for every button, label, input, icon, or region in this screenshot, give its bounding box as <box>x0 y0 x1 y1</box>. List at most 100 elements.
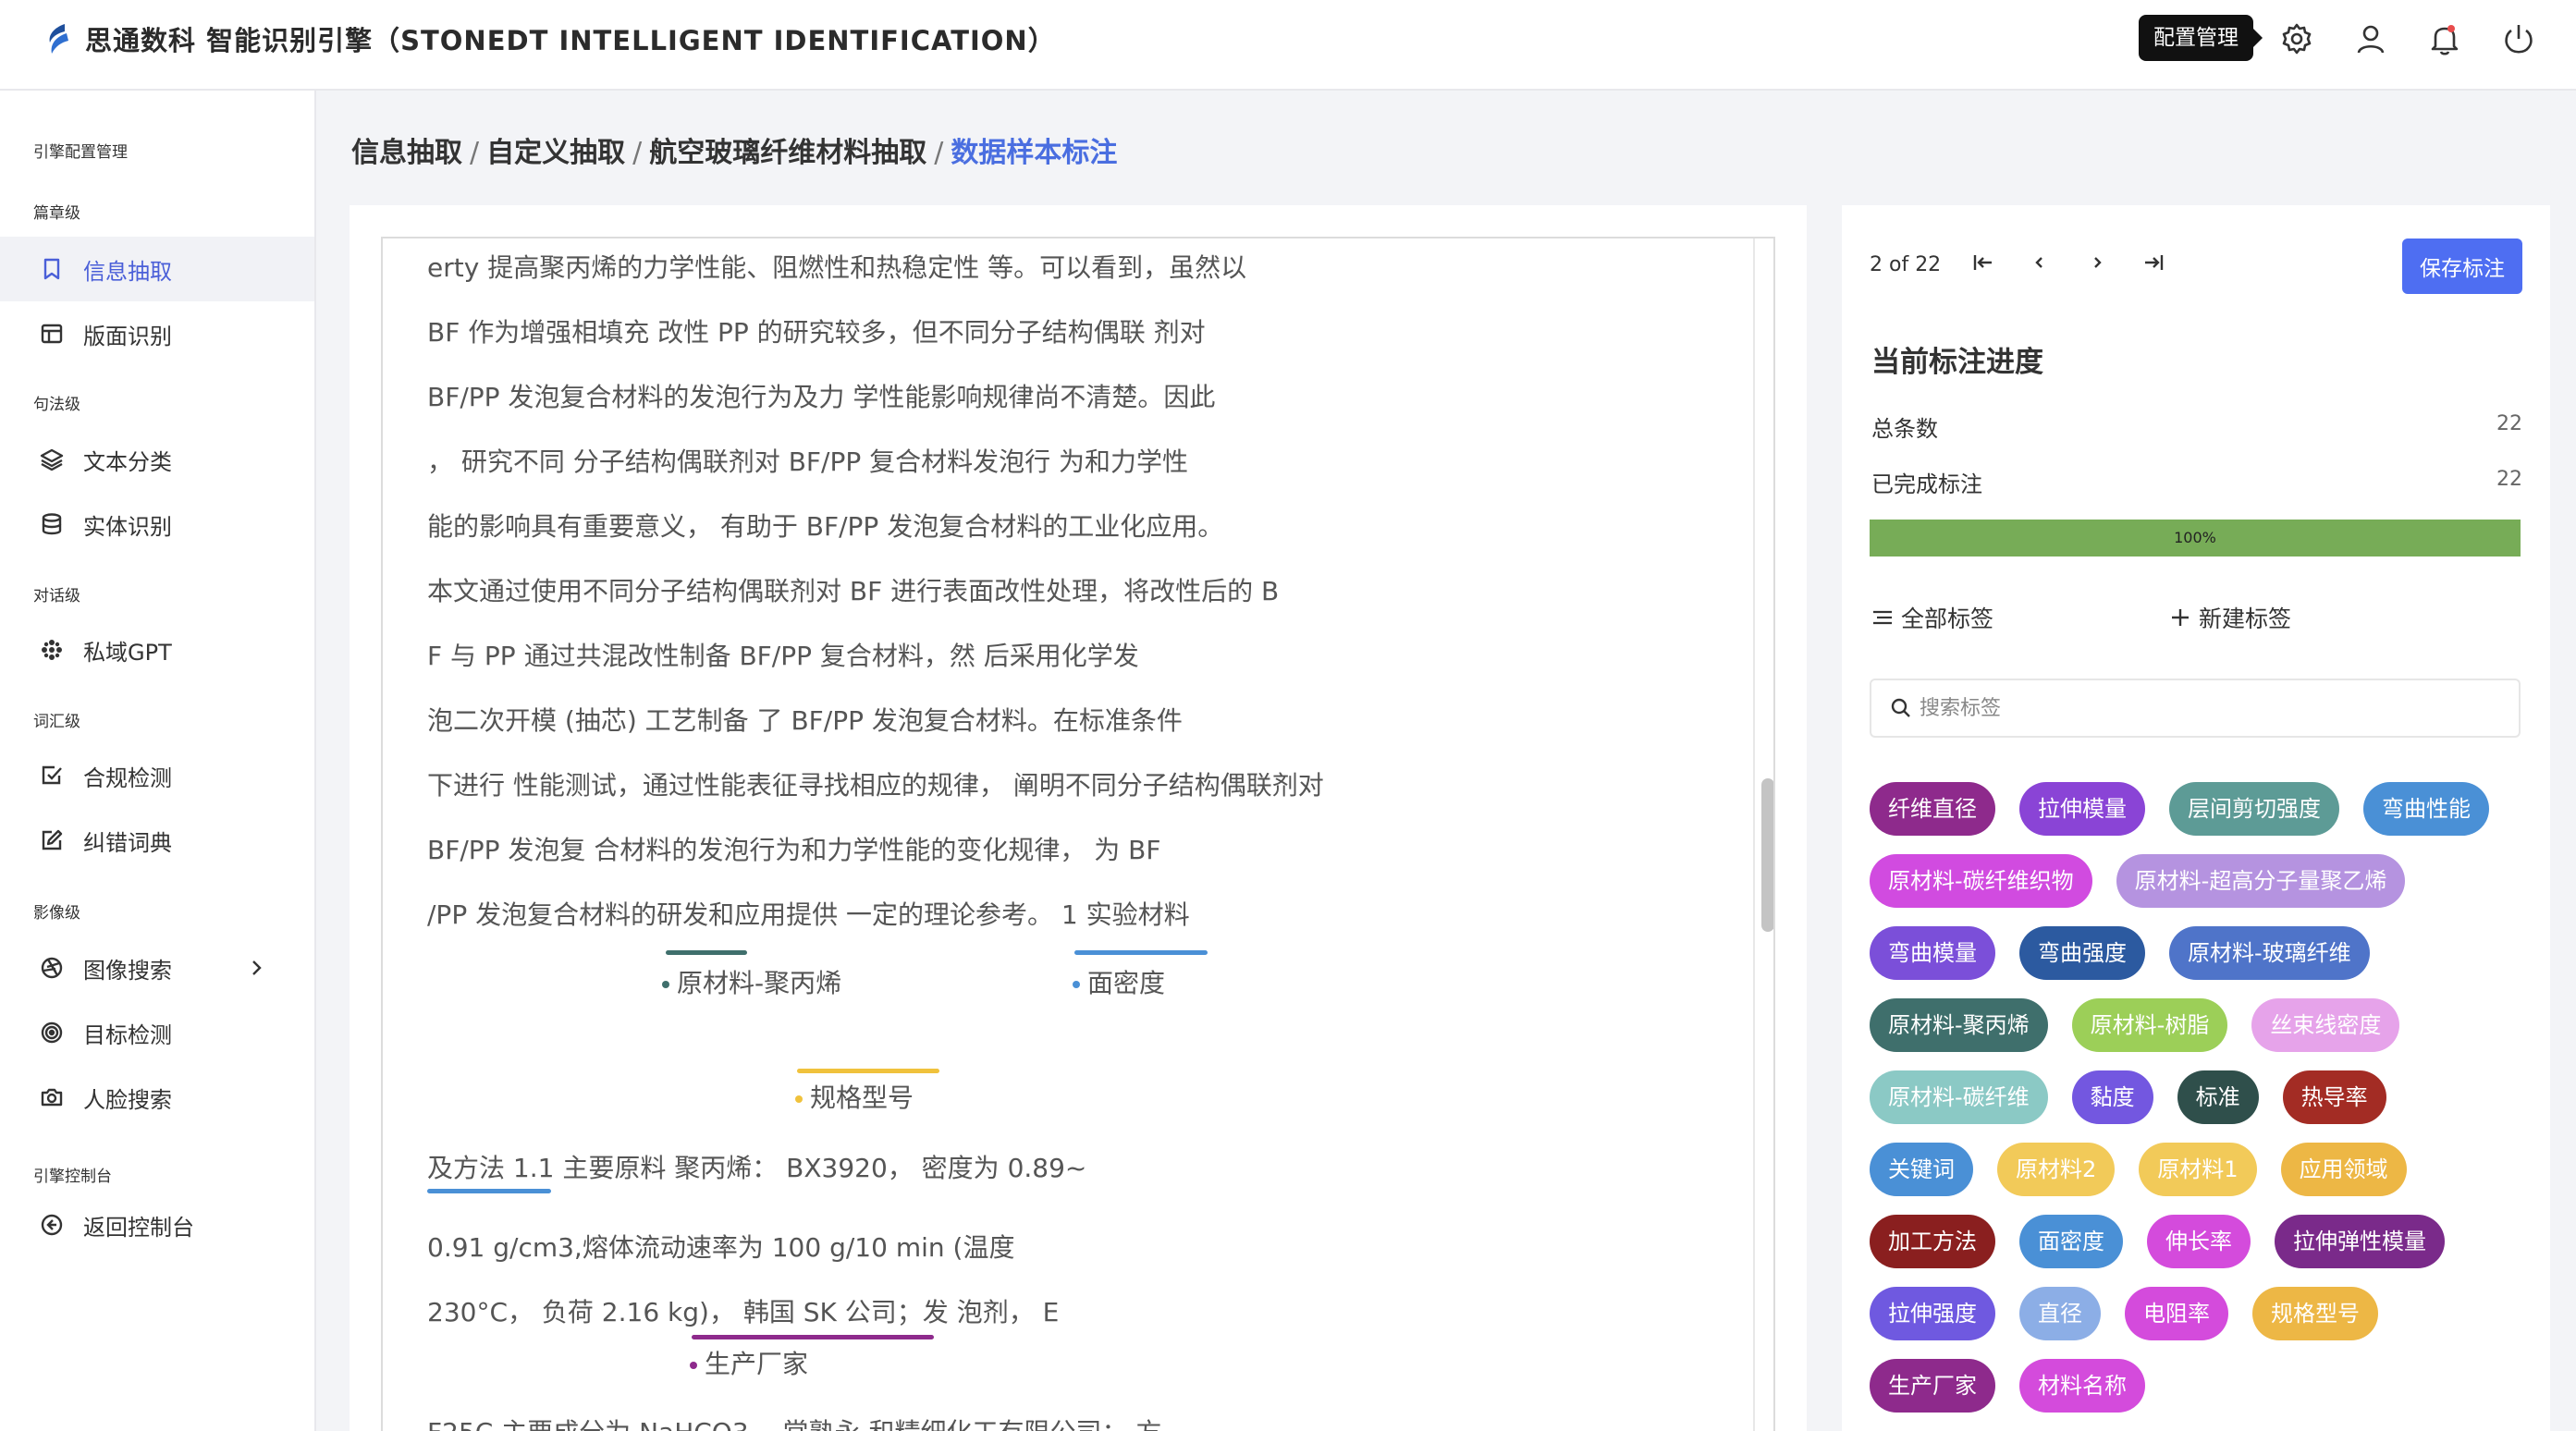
tag-chip[interactable]: 伸长率 <box>2147 1215 2251 1268</box>
sidebar-group-vocab: 词汇级 <box>33 713 80 731</box>
document-line[interactable]: 及方法 1.1 主要原料 聚丙烯： BX3920， 密度为 0.89~ <box>427 1148 1722 1185</box>
brand: 思通数科 智能识别引擎（STONEDT INTELLIGENT IDENTIFI… <box>44 20 1056 57</box>
tag-chip[interactable]: 面密度 <box>2019 1215 2123 1268</box>
tag-chip[interactable]: 原材料-玻璃纤维 <box>2169 926 2370 980</box>
document-line[interactable]: 泡二次开模 (抽芯) 工艺制备 了 BF/PP 发泡复合材料。在标准条件 <box>427 701 1722 738</box>
document-line[interactable]: F 与 PP 通过共混改性制备 BF/PP 复合材料，然 后采用化学发 <box>427 636 1722 673</box>
tag-chip[interactable]: 直径 <box>2019 1287 2101 1340</box>
sidebar-item-private-gpt[interactable]: 私域GPT <box>0 618 314 682</box>
document-line[interactable]: F25C 主要成分为 NaHCO3， 常熟永 和精细化工有限公司； 方 <box>427 1413 1722 1431</box>
annotation-underline[interactable] <box>797 1069 939 1073</box>
tag-chip[interactable]: 标准 <box>2177 1070 2259 1124</box>
tag-chip[interactable]: 原材料-树脂 <box>2071 998 2228 1052</box>
document-line[interactable]: 下进行 性能测试，通过性能表征寻找相应的规律， 阐明不同分子结构偶联剂对 <box>427 765 1722 802</box>
tag-chip[interactable]: 关键词 <box>1870 1143 1973 1196</box>
document-line[interactable]: /PP 发泡复合材料的研发和应用提供 一定的理论参考。 1 实验材料 <box>427 895 1722 932</box>
document-line[interactable]: BF/PP 发泡复合材料的发泡行为及力 学性能影响规律尚不清楚。因此 <box>427 377 1722 414</box>
tag-chip[interactable]: 原材料-聚丙烯 <box>1870 998 2048 1052</box>
tag-chip[interactable]: 热导率 <box>2282 1070 2386 1124</box>
breadcrumb-item[interactable]: 航空玻璃纤维材料抽取 <box>649 137 926 169</box>
sidebar-item-label: 实体识别 <box>83 513 172 540</box>
new-tag-button[interactable]: 新建标签 <box>2167 601 2291 634</box>
tag-search-box[interactable] <box>1870 679 2521 738</box>
sidebar-item-correction-dictionary[interactable]: 纠错词典 <box>0 808 314 873</box>
annotation-label[interactable]: 规格型号 <box>795 1078 914 1115</box>
tag-row: 原材料-聚丙烯 原材料-树脂 丝束线密度 <box>1870 998 2535 1070</box>
first-page-icon[interactable] <box>1966 246 1999 279</box>
tag-chip[interactable]: 弯曲强度 <box>2019 926 2145 980</box>
tag-chip[interactable]: 原材料1 <box>2139 1143 2257 1196</box>
sidebar-item-label: 信息抽取 <box>83 258 172 285</box>
annotation-label[interactable]: 原材料-聚丙烯 <box>662 963 841 1000</box>
next-page-icon[interactable] <box>2080 246 2114 279</box>
tag-chip[interactable]: 黏度 <box>2071 1070 2153 1124</box>
annotation-underline[interactable] <box>427 1189 551 1193</box>
sidebar-item-label: 私域GPT <box>83 639 172 666</box>
user-icon[interactable] <box>2352 20 2389 57</box>
tag-chip[interactable]: 原材料-碳纤维织物 <box>1870 854 2092 908</box>
tag-chip[interactable]: 弯曲性能 <box>2363 782 2489 836</box>
sidebar-item-text-classification[interactable]: 文本分类 <box>0 427 314 492</box>
scrollbar-thumb[interactable] <box>1761 778 1773 932</box>
tag-chip[interactable]: 应用领域 <box>2280 1143 2407 1196</box>
chevron-right-icon <box>252 960 262 975</box>
bell-icon[interactable] <box>2426 20 2463 57</box>
sidebar-item-entity-recognition[interactable]: 实体识别 <box>0 492 314 556</box>
tag-chip[interactable]: 拉伸强度 <box>1870 1287 1995 1340</box>
tag-chip[interactable]: 层间剪切强度 <box>2169 782 2339 836</box>
sidebar-item-info-extraction[interactable]: 信息抽取 <box>0 237 314 301</box>
document-line[interactable]: erty 提高聚丙烯的力学性能、阻燃性和热稳定性 等。可以看到，虽然以 <box>427 248 1722 285</box>
document-line[interactable]: BF/PP 发泡复 合材料的发泡行为和力学性能的变化规律， 为 BF <box>427 830 1722 867</box>
prev-page-icon[interactable] <box>2023 246 2056 279</box>
sidebar-item-layout-recognition[interactable]: 版面识别 <box>0 301 314 366</box>
document-line[interactable]: ， 研究不同 分子结构偶联剂对 BF/PP 复合材料发泡行 为和力学性 <box>427 442 1722 479</box>
tag-search-input[interactable] <box>1920 696 2474 720</box>
tag-chip[interactable]: 加工方法 <box>1870 1215 1995 1268</box>
tag-chip[interactable]: 拉伸弹性模量 <box>2275 1215 2445 1268</box>
sidebar-item-image-search[interactable]: 图像搜索 <box>0 936 314 1000</box>
annotation-underline[interactable] <box>1074 950 1208 955</box>
sidebar-item-compliance-check[interactable]: 合规检测 <box>0 743 314 808</box>
document-line[interactable]: 0.91 g/cm3,熔体流动速率为 100 g/10 min (温度 <box>427 1228 1722 1265</box>
gear-icon[interactable] <box>2278 20 2315 57</box>
tag-chip[interactable]: 生产厂家 <box>1870 1359 1995 1413</box>
plus-icon <box>2172 609 2189 626</box>
tag-chip[interactable]: 原材料-碳纤维 <box>1870 1070 2048 1124</box>
list-icon <box>1873 610 1892 625</box>
sidebar-item-face-search[interactable]: 人脸搜索 <box>0 1065 314 1130</box>
tag-chip[interactable]: 弯曲模量 <box>1870 926 1995 980</box>
tag-chip[interactable]: 纤维直径 <box>1870 782 1995 836</box>
document-line[interactable]: 能的影响具有重要意义， 有助于 BF/PP 发泡复合材料的工业化应用。 <box>427 507 1722 544</box>
breadcrumb-item[interactable]: 信息抽取 <box>351 137 462 169</box>
tag-row: 原材料-碳纤维 黏度 标准 热导率 <box>1870 1070 2535 1143</box>
annotation-label[interactable]: 面密度 <box>1073 963 1165 1000</box>
sidebar-item-back-to-console[interactable]: 返回控制台 <box>0 1192 314 1257</box>
annotation-underline[interactable] <box>692 1335 934 1339</box>
annotation-label[interactable]: 生产厂家 <box>690 1344 808 1381</box>
document-line[interactable]: 本文通过使用不同分子结构偶联剂对 BF 进行表面改性处理，将改性后的 B <box>427 571 1722 608</box>
document-line[interactable]: BF 作为增强相填充 改性 PP 的研究较多，但不同分子结构偶联 剂对 <box>427 312 1722 349</box>
save-annotation-button[interactable]: 保存标注 <box>2402 238 2522 294</box>
document-line[interactable]: 230°C， 负荷 2.16 kg)， 韩国 SK 公司；发 泡剂， E <box>427 1292 1722 1329</box>
sidebar-item-label: 返回控制台 <box>83 1214 194 1241</box>
breadcrumb-item[interactable]: 自定义抽取 <box>486 137 625 169</box>
annotation-underline[interactable] <box>666 950 747 955</box>
sidebar-group-config: 引擎配置管理 <box>33 143 128 162</box>
tag-chip[interactable]: 电阻率 <box>2125 1287 2228 1340</box>
total-count-label: 总条数 <box>1871 416 1938 442</box>
gpt-icon <box>39 637 65 663</box>
completed-count-value: 22 <box>2496 468 2522 491</box>
power-icon[interactable] <box>2500 20 2537 57</box>
document-viewer[interactable]: erty 提高聚丙烯的力学性能、阻燃性和热稳定性 等。可以看到，虽然以 BF 作… <box>381 237 1775 1431</box>
tag-chip[interactable]: 丝束线密度 <box>2251 998 2400 1052</box>
annotation-dot <box>662 981 669 988</box>
tag-chip[interactable]: 材料名称 <box>2019 1359 2145 1413</box>
tag-chip[interactable]: 拉伸模量 <box>2019 782 2145 836</box>
all-tags-button[interactable]: 全部标签 <box>1870 601 1993 634</box>
tag-chip[interactable]: 规格型号 <box>2252 1287 2378 1340</box>
tag-chip[interactable]: 原材料2 <box>1997 1143 2116 1196</box>
tag-chip[interactable]: 原材料-超高分子量聚乙烯 <box>2116 854 2406 908</box>
progress-title: 当前标注进度 <box>1871 346 2043 379</box>
last-page-icon[interactable] <box>2138 246 2171 279</box>
sidebar-item-object-detection[interactable]: 目标检测 <box>0 1000 314 1065</box>
